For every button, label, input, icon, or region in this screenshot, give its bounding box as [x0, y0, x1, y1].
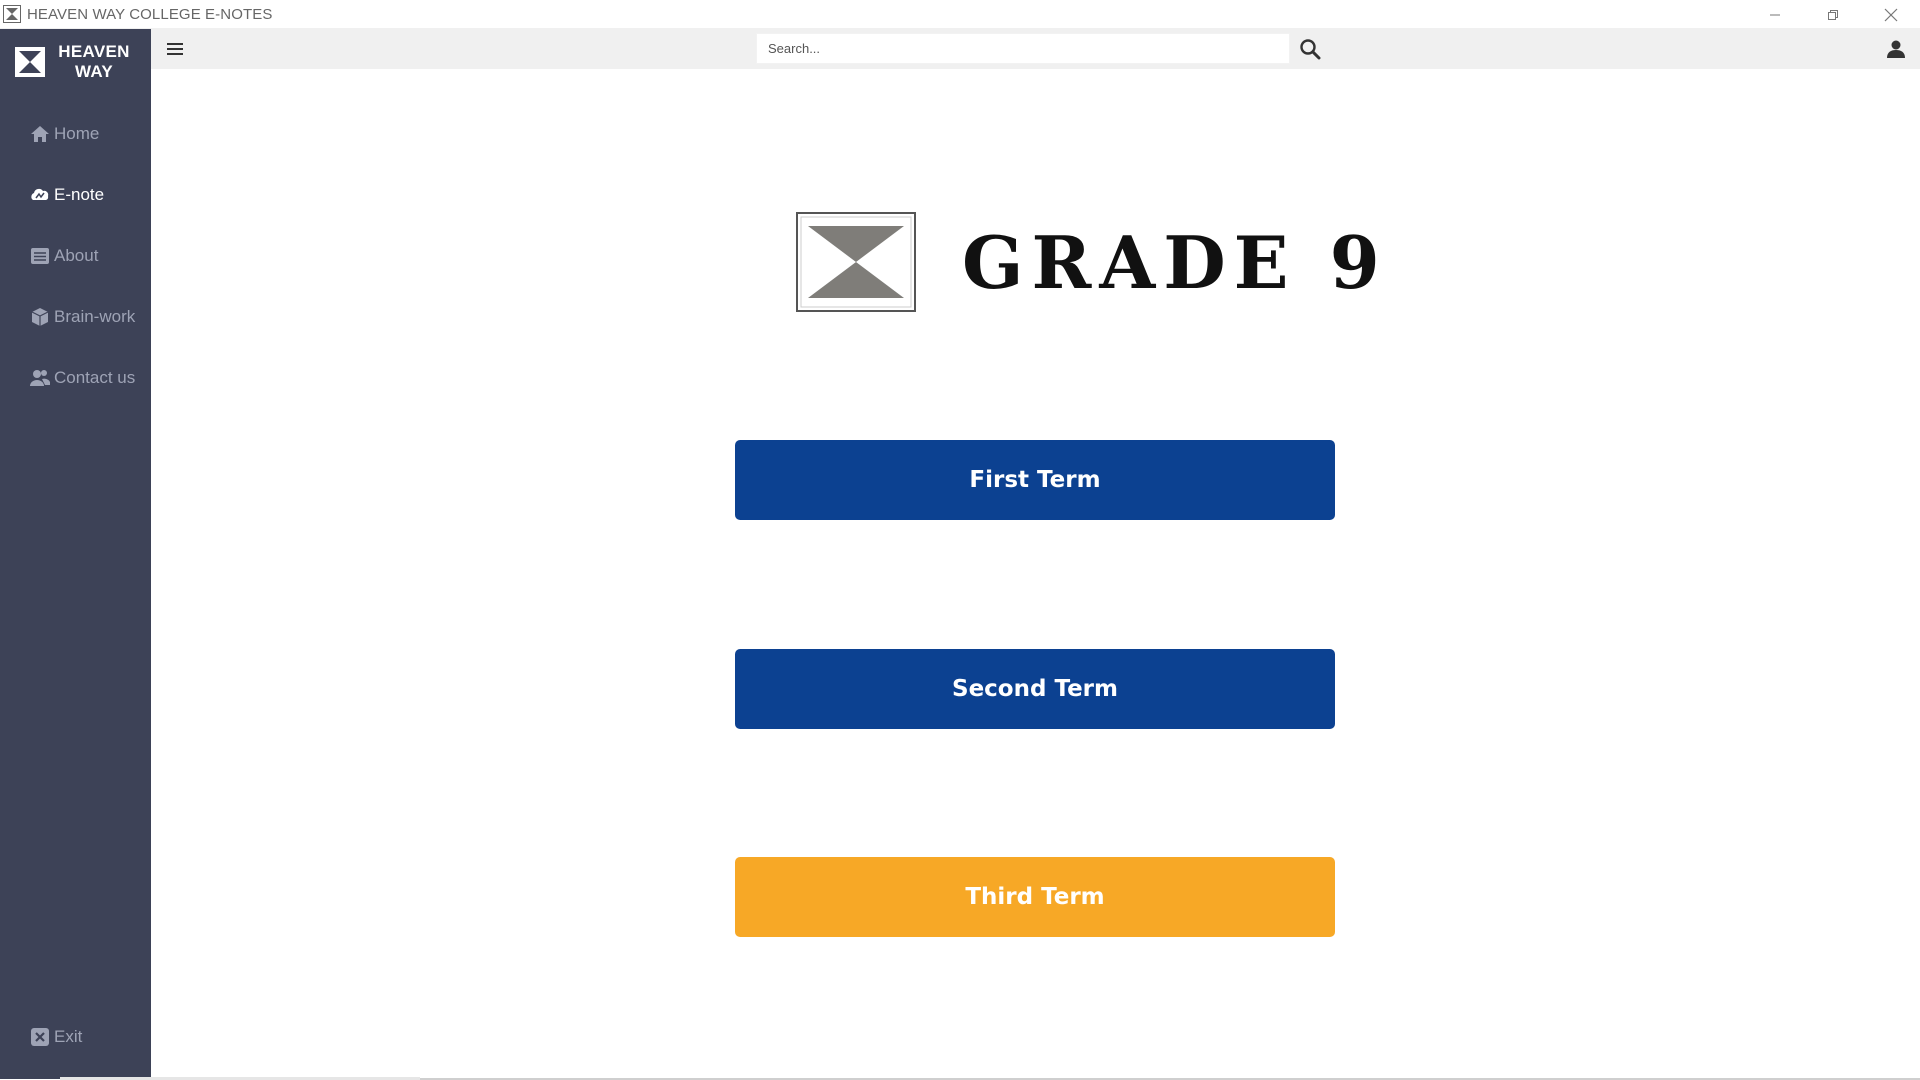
- grade-logo-icon: [796, 212, 916, 312]
- sidebar-item-about[interactable]: About: [30, 242, 98, 270]
- menu-toggle-button[interactable]: [164, 38, 186, 60]
- sidebar-item-contact-us[interactable]: Contact us: [30, 364, 135, 392]
- minimize-button[interactable]: [1746, 0, 1804, 29]
- third-term-button[interactable]: Third Term: [735, 857, 1335, 937]
- sidebar-item-brain-work[interactable]: Brain-work: [30, 303, 135, 331]
- brand[interactable]: HEAVEN WAY: [14, 39, 144, 85]
- brand-name: HEAVEN WAY: [58, 42, 130, 81]
- exit-button[interactable]: Exit: [30, 1023, 82, 1051]
- cloud-icon: [30, 185, 50, 205]
- sidebar-item-label: About: [54, 246, 99, 265]
- exit-label: Exit: [54, 1027, 83, 1046]
- window-title: HEAVEN WAY COLLEGE E-NOTES: [27, 5, 273, 23]
- minimize-icon: [1770, 14, 1780, 15]
- sidebar-item-home[interactable]: Home: [30, 120, 99, 148]
- close-icon: [1884, 8, 1898, 21]
- search-button[interactable]: [1297, 36, 1323, 62]
- home-icon: [30, 124, 50, 144]
- search-icon: [1300, 39, 1321, 60]
- app-logo-icon: [3, 5, 21, 23]
- users-icon: [30, 368, 50, 388]
- sidebar: HEAVEN WAY Home E-note About Brain-work …: [0, 29, 151, 1079]
- top-bar: [151, 29, 1920, 69]
- close-box-icon: [30, 1027, 50, 1047]
- close-button[interactable]: [1862, 0, 1920, 29]
- first-term-button[interactable]: First Term: [735, 440, 1335, 520]
- brand-logo-icon: [15, 47, 45, 77]
- cube-icon: [30, 307, 50, 327]
- list-icon: [30, 246, 50, 266]
- grade-title: GRADE 9: [962, 220, 1388, 305]
- hamburger-icon: [167, 43, 183, 55]
- window-title-bar: HEAVEN WAY COLLEGE E-NOTES: [0, 0, 1920, 29]
- sidebar-item-label: Brain-work: [54, 307, 136, 326]
- sidebar-item-label: Home: [54, 124, 100, 143]
- restore-icon: [1828, 9, 1838, 20]
- window-controls: [1746, 0, 1920, 29]
- user-account-button[interactable]: [1884, 37, 1908, 61]
- second-term-button[interactable]: Second Term: [735, 649, 1335, 729]
- sidebar-item-e-note[interactable]: E-note: [30, 181, 104, 209]
- restore-button[interactable]: [1804, 0, 1862, 29]
- search-input[interactable]: [756, 33, 1290, 64]
- user-icon: [1887, 40, 1905, 58]
- sidebar-item-label: Contact us: [54, 368, 136, 387]
- sidebar-item-label: E-note: [54, 185, 105, 204]
